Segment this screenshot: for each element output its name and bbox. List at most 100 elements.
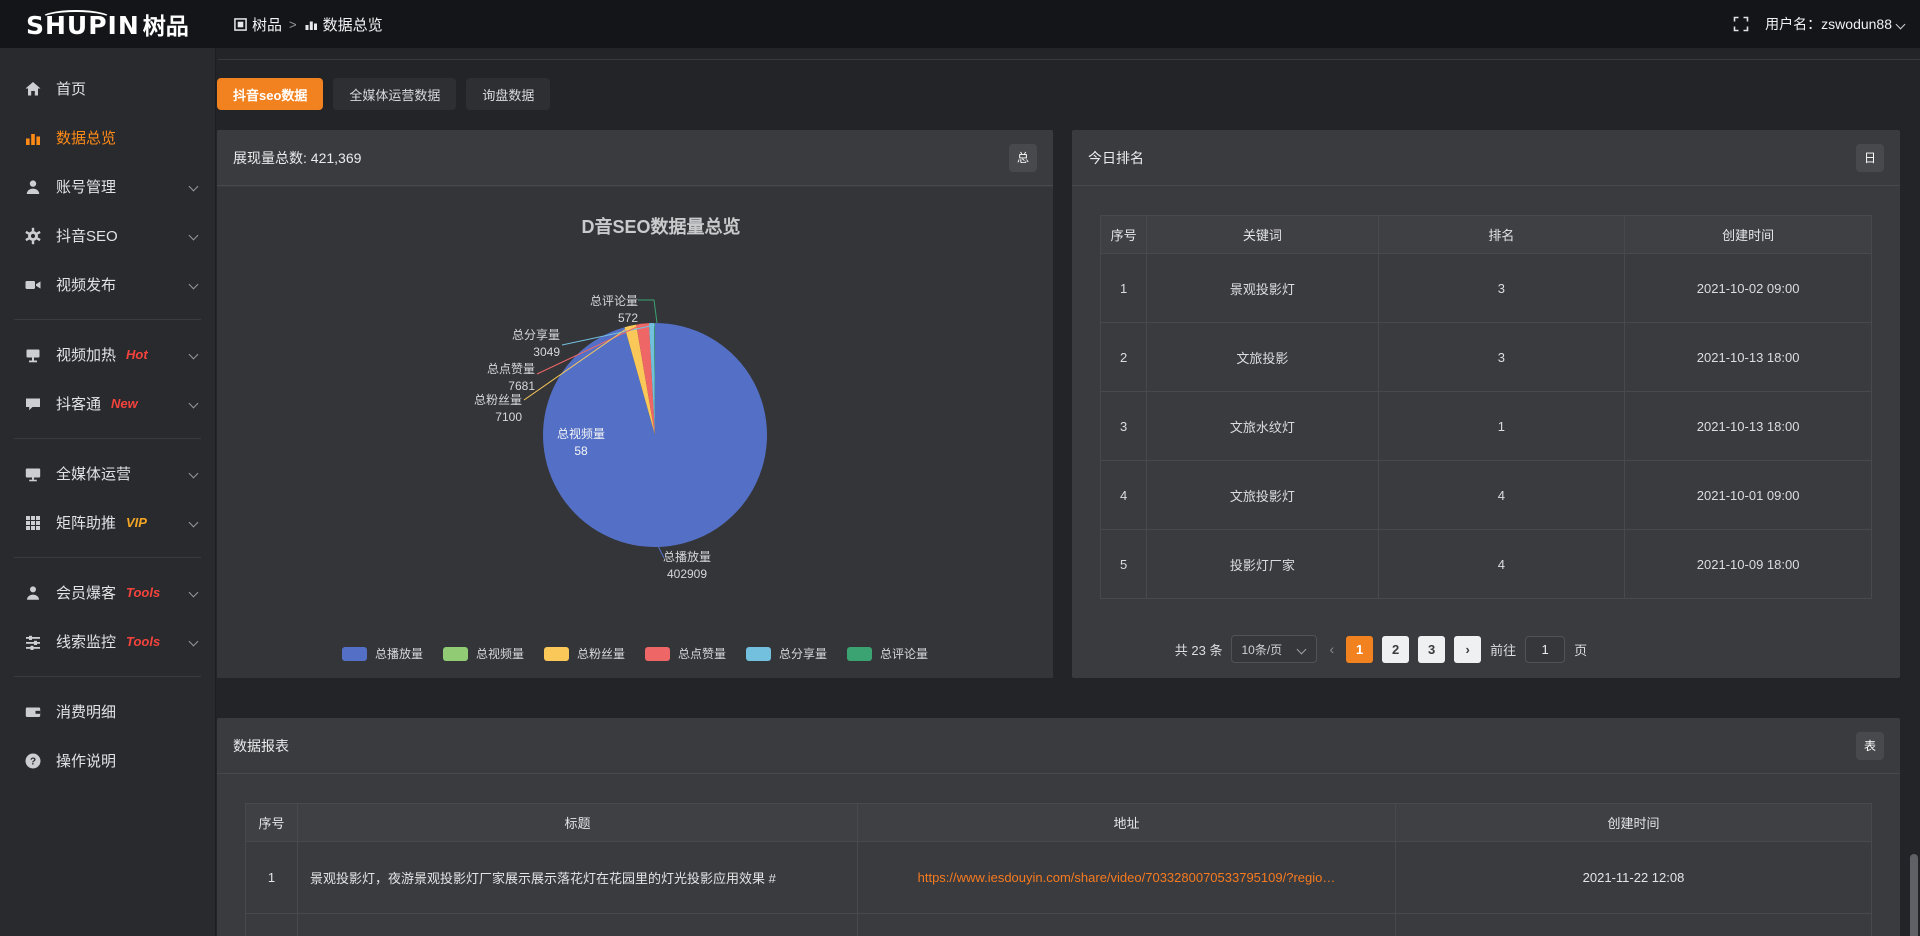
- sidebar-item-douyin-seo[interactable]: 抖音SEO: [0, 211, 215, 260]
- video-link[interactable]: https://www.iesdouyin.com/share/video/70…: [858, 842, 1396, 914]
- sidebar-divider: [14, 676, 201, 677]
- question-circle-icon: ?: [24, 752, 42, 770]
- page-button-2[interactable]: 2: [1382, 636, 1409, 663]
- breadcrumb-root-label: 树品: [252, 14, 282, 35]
- chevron-down-icon: [189, 518, 199, 528]
- sidebar-item-video-publish[interactable]: 视频发布: [0, 260, 215, 309]
- table-header-row: 序号 标题 地址 创建时间: [246, 804, 1872, 842]
- video-camera-icon: [24, 276, 42, 294]
- page-button-3[interactable]: 3: [1418, 636, 1445, 663]
- total-toggle-button[interactable]: 总: [1009, 144, 1037, 172]
- sidebar-item-video-heat[interactable]: 视频加热 Hot: [0, 330, 215, 379]
- sidebar-divider: [14, 438, 201, 439]
- chevron-down-icon: [1896, 19, 1906, 29]
- chevron-down-icon: [189, 399, 199, 409]
- sidebar-item-home[interactable]: 首页: [0, 64, 215, 113]
- legend-item-videos[interactable]: 总视频量: [443, 645, 524, 662]
- legend-item-likes[interactable]: 总点赞量: [645, 645, 726, 662]
- sidebar-item-douketong[interactable]: 抖客通 New: [0, 379, 215, 428]
- next-page-button[interactable]: ›: [1454, 636, 1481, 663]
- breadcrumb-root[interactable]: 树品: [234, 14, 282, 35]
- sidebar-item-data-overview[interactable]: 数据总览: [0, 113, 215, 162]
- col-keyword: 关键词: [1147, 216, 1378, 254]
- chevron-down-icon: [189, 469, 199, 479]
- grid-icon: [24, 514, 42, 532]
- page-size-select[interactable]: 10条/页: [1231, 635, 1317, 663]
- sidebar-item-label: 抖客通: [56, 393, 101, 414]
- app-logo[interactable]: SHUPIN 树品: [0, 7, 216, 41]
- screen-icon: [24, 346, 42, 364]
- main-content: 抖音seo数据 全媒体运营数据 询盘数据 展现量总数: 421,369 总 D音…: [216, 48, 1920, 936]
- breadcrumb-current-label: 数据总览: [323, 14, 383, 35]
- page-button-1[interactable]: 1: [1346, 636, 1373, 663]
- pie-label-plays: 总播放量 402909: [645, 549, 729, 583]
- col-created: 创建时间: [1396, 804, 1872, 842]
- sidebar-item-help[interactable]: ? 操作说明: [0, 736, 215, 785]
- user-icon: [24, 178, 42, 196]
- seo-chart-panel: 展现量总数: 421,369 总 D音SEO数据量总览 总评论量 572: [217, 130, 1053, 678]
- col-index: 序号: [246, 804, 298, 842]
- tools-badge: Tools: [126, 634, 160, 649]
- leader-line-comments: [638, 300, 657, 323]
- sidebar-divider: [14, 319, 201, 320]
- chart-title: D音SEO数据量总览: [581, 213, 740, 239]
- legend-swatch: [342, 647, 367, 661]
- day-toggle-button[interactable]: 日: [1856, 144, 1884, 172]
- tab-inquiry-data[interactable]: 询盘数据: [466, 78, 550, 110]
- table-row: 4文旅投影灯42021-10-01 09:00: [1101, 461, 1872, 530]
- vip-badge: VIP: [126, 515, 147, 530]
- sidebar-item-account[interactable]: 账号管理: [0, 162, 215, 211]
- app-root: SHUPIN 树品 树品 > 数据总览 用户名：zswodun88 首: [0, 0, 1920, 936]
- sidebar-item-label: 视频加热: [56, 344, 116, 365]
- pie-chart: [217, 187, 1053, 678]
- chevron-down-icon: [189, 231, 199, 241]
- sidebar-item-clue-monitor[interactable]: 线索监控 Tools: [0, 617, 215, 666]
- legend-item-fans[interactable]: 总粉丝量: [544, 645, 625, 662]
- chevron-down-icon: [189, 637, 199, 647]
- breadcrumb-current[interactable]: 数据总览: [304, 14, 383, 35]
- sidebar-item-member-leads[interactable]: 会员爆客 Tools: [0, 568, 215, 617]
- report-panel-header: 数据报表 表: [217, 718, 1900, 774]
- goto-suffix: 页: [1574, 640, 1587, 659]
- bar-chart-icon: [24, 129, 42, 147]
- data-report-panel: 数据报表 表 序号 标题 地址 创建时间: [217, 718, 1900, 936]
- topbar-right: 用户名：zswodun88: [1733, 14, 1920, 34]
- hot-badge: Hot: [126, 347, 148, 362]
- col-rank: 排名: [1378, 216, 1625, 254]
- sidebar-item-label: 首页: [56, 78, 86, 99]
- impressions-total: 展现量总数: 421,369: [233, 148, 361, 168]
- sidebar-item-consumption[interactable]: 消费明细: [0, 687, 215, 736]
- pagination: 共 23 条 10条/页 ‹ 1 2 3 › 前往 页: [967, 635, 1795, 663]
- chevron-down-icon: [189, 350, 199, 360]
- tab-omnimedia-data[interactable]: 全媒体运营数据: [333, 78, 456, 110]
- table-toggle-button[interactable]: 表: [1856, 732, 1884, 760]
- sidebar-item-matrix-boost[interactable]: 矩阵助推 VIP: [0, 498, 215, 547]
- prev-page-button[interactable]: ‹: [1326, 641, 1337, 657]
- fullscreen-icon[interactable]: [1733, 16, 1749, 32]
- legend-item-shares[interactable]: 总分享量: [746, 645, 827, 662]
- sidebar-item-label: 全媒体运营: [56, 463, 131, 484]
- vertical-scrollbar[interactable]: [1910, 854, 1918, 936]
- ranking-table-wrap: 序号 关键词 排名 创建时间 1景观投影灯32021-10-02 09:00 2…: [1100, 215, 1872, 599]
- table-row: 5投影灯厂家42021-10-09 18:00: [1101, 530, 1872, 599]
- col-title: 标题: [298, 804, 858, 842]
- user-menu[interactable]: 用户名：zswodun88: [1765, 14, 1906, 34]
- today-ranking-panel: 今日排名 日 序号 关键词 排名 创建时间: [1072, 130, 1900, 678]
- table-row-partial: [246, 914, 1872, 936]
- col-index: 序号: [1101, 216, 1147, 254]
- sidebar-item-label: 账号管理: [56, 176, 116, 197]
- table-row: 2文旅投影32021-10-13 18:00: [1101, 323, 1872, 392]
- header-divider: [218, 59, 1920, 60]
- logo-text-cn: 树品: [143, 7, 189, 41]
- pie-label-comments: 总评论量 572: [548, 293, 638, 327]
- legend-swatch: [443, 647, 468, 661]
- tab-douyin-seo-data[interactable]: 抖音seo数据: [217, 78, 323, 110]
- chevron-down-icon: [189, 182, 199, 192]
- chart-panel-header: 展现量总数: 421,369 总: [217, 130, 1053, 186]
- legend-item-comments[interactable]: 总评论量: [847, 645, 928, 662]
- sidebar-item-label: 矩阵助推: [56, 512, 116, 533]
- legend-item-plays[interactable]: 总播放量: [342, 645, 423, 662]
- sidebar-item-omnimedia[interactable]: 全媒体运营: [0, 449, 215, 498]
- report-table: 序号 标题 地址 创建时间 1 景观投影灯，夜游景观投影灯厂家展示展示落花灯在花…: [245, 803, 1872, 936]
- goto-page-input[interactable]: [1525, 636, 1565, 663]
